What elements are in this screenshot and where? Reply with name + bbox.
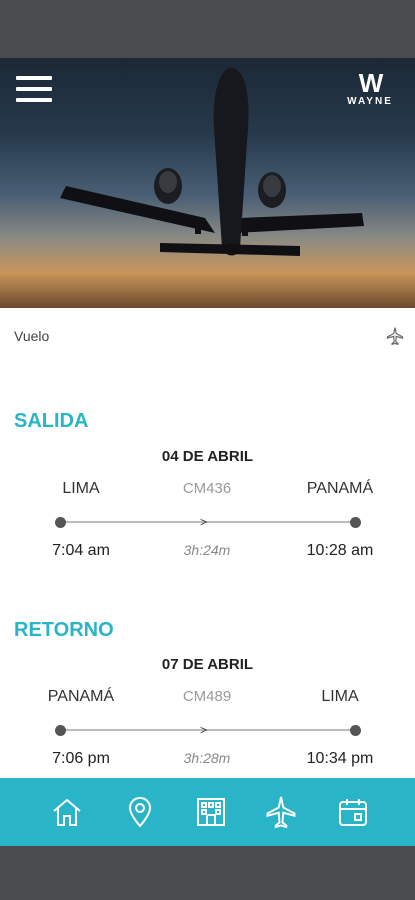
return-duration: 3h:28m bbox=[183, 750, 231, 766]
return-depart-time: 7:06 pm bbox=[52, 750, 110, 767]
destination-dot bbox=[350, 725, 361, 736]
status-bar bbox=[0, 0, 415, 58]
return-date: 07 DE ABRIL bbox=[161, 656, 254, 673]
departure-depart-time: 7:04 am bbox=[52, 542, 110, 559]
hotel-icon bbox=[197, 798, 225, 826]
departure-arrive-time: 10:28 am bbox=[306, 542, 374, 559]
brand-logo: W WAYNE bbox=[335, 70, 405, 110]
return-origin: PANAMÁ bbox=[47, 688, 115, 705]
departure-title: SALIDA bbox=[14, 410, 89, 432]
origin-dot bbox=[55, 725, 66, 736]
return-title: RETORNO bbox=[14, 619, 114, 641]
nav-location-button[interactable] bbox=[109, 778, 171, 846]
airplane-icon bbox=[266, 796, 296, 829]
departure-flight-code: CM436 bbox=[182, 480, 232, 497]
logo-mark: W bbox=[358, 68, 384, 98]
menu-line bbox=[16, 98, 52, 102]
nav-calendar-button[interactable] bbox=[322, 778, 384, 846]
bottom-navigation bbox=[0, 774, 415, 846]
departure-duration: 3h:24m bbox=[183, 542, 231, 558]
hamburger-menu-button[interactable] bbox=[16, 76, 54, 104]
departure-route-line: > bbox=[55, 515, 361, 529]
return-arrive-time: 10:34 pm bbox=[306, 750, 374, 767]
chevron-right-icon: > bbox=[200, 515, 208, 529]
airplane-icon bbox=[385, 326, 405, 351]
nav-flight-button[interactable] bbox=[250, 778, 312, 846]
home-icon bbox=[53, 798, 81, 826]
departure-destination: PANAMÁ bbox=[306, 480, 374, 497]
departure-origin: LIMA bbox=[62, 480, 100, 497]
return-route-line: > bbox=[55, 723, 361, 737]
departure-date: 04 DE ABRIL bbox=[161, 448, 254, 465]
menu-line bbox=[16, 76, 52, 80]
return-destination: LIMA bbox=[321, 688, 359, 705]
menu-line bbox=[16, 87, 52, 91]
flight-details-panel: Vuelo SALIDA 04 DE ABRIL LIMA CM436 PANA… bbox=[0, 308, 415, 778]
origin-dot bbox=[55, 517, 66, 528]
system-navigation-bar bbox=[0, 846, 415, 900]
return-flight-code: CM489 bbox=[182, 688, 232, 705]
nav-hotel-button[interactable] bbox=[180, 778, 242, 846]
calendar-icon bbox=[339, 799, 367, 826]
chevron-right-icon: > bbox=[200, 723, 208, 737]
panel-label: Vuelo bbox=[14, 328, 50, 344]
nav-home-button[interactable] bbox=[36, 778, 98, 846]
logo-text: WAYNE bbox=[347, 96, 393, 107]
hero-image: W WAYNE bbox=[0, 58, 415, 308]
location-pin-icon bbox=[128, 796, 152, 828]
route-line bbox=[64, 729, 352, 731]
route-line bbox=[64, 521, 352, 523]
destination-dot bbox=[350, 517, 361, 528]
